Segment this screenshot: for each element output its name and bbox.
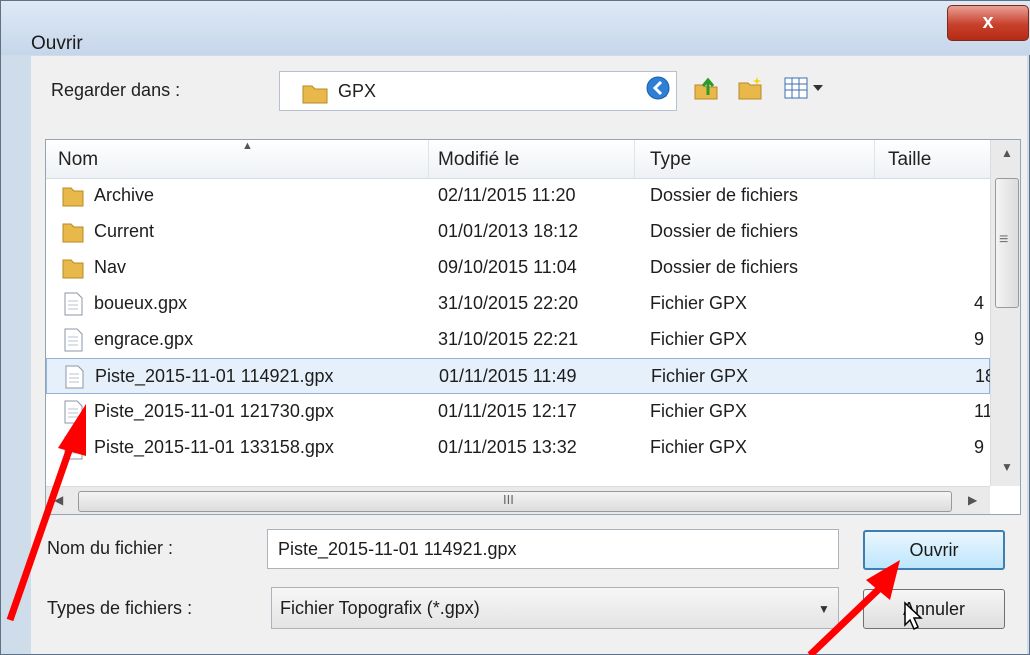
file-size: 4 — [974, 293, 985, 313]
column-separator[interactable] — [874, 140, 875, 178]
file-type: Fichier GPX — [650, 437, 748, 457]
filetype-value: Fichier Topografix (*.gpx) — [280, 598, 480, 618]
file-type: Fichier GPX — [650, 293, 748, 313]
open-button[interactable]: Ouvrir — [863, 530, 1005, 570]
column-header-type[interactable]: Type — [650, 149, 691, 171]
file-icon — [65, 365, 84, 389]
file-type: Fichier GPX — [650, 329, 748, 349]
filetype-select[interactable]: Fichier Topografix (*.gpx) ▼ — [271, 587, 839, 629]
file-type: Dossier de fichiers — [650, 185, 799, 205]
grip-icon: III — [503, 492, 514, 507]
lookin-value: GPX — [338, 81, 377, 101]
title-bar[interactable]: Ouvrir x — [1, 1, 1030, 55]
file-list[interactable]: Nom ▲ Modifié le Type Taille Archive 02/1… — [45, 139, 1021, 515]
file-type: Fichier GPX — [650, 401, 748, 421]
table-row[interactable]: boueux.gpx 31/10/2015 22:20 Fichier GPX 4 — [46, 286, 990, 322]
horizontal-scrollbar[interactable]: ◀ III ▶ — [46, 486, 990, 514]
table-row[interactable]: Archive 02/11/2015 11:20 Dossier de fichie… — [46, 178, 990, 214]
column-header-size[interactable]: Taille — [888, 149, 931, 171]
scroll-right-icon[interactable]: ▶ — [968, 493, 977, 507]
scroll-left-icon[interactable]: ◀ — [54, 493, 63, 507]
file-name: Piste_2015-11-01 133158.gpx — [94, 437, 334, 457]
folder-icon — [62, 223, 84, 243]
table-row[interactable]: Nav 09/10/2015 11:04 Dossier de fichiers — [46, 250, 990, 286]
folder-icon — [62, 259, 84, 279]
close-button[interactable]: x — [947, 5, 1029, 41]
folder-icon — [62, 187, 84, 207]
file-icon — [64, 292, 83, 316]
file-modified: 09/10/2015 11:04 — [438, 257, 577, 277]
file-name: boueux.gpx — [94, 293, 188, 313]
file-name: Piste_2015-11-01 114921.gpx — [95, 366, 334, 386]
table-row[interactable]: Piste_2015-11-01 121730.gpx 01/11/2015 12… — [46, 394, 993, 430]
file-icon — [64, 436, 83, 460]
table-row[interactable]: Piste_2015-11-01 133158.gpx 01/11/2015 13… — [46, 430, 990, 466]
file-modified: 01/01/2013 18:12 — [438, 221, 579, 241]
chevron-down-icon[interactable]: ▼ — [818, 602, 830, 616]
file-name: Nav — [94, 257, 127, 277]
view-menu-icon[interactable] — [783, 75, 827, 101]
file-icon — [64, 400, 83, 424]
table-row[interactable]: Current 01/01/2013 18:12 Dossier de fichie… — [46, 214, 990, 250]
dialog-title: Ouvrir — [31, 33, 83, 54]
scroll-down-icon[interactable]: ▼ — [1001, 460, 1013, 474]
file-modified: 01/11/2015 12:17 — [438, 401, 577, 421]
vertical-scroll-thumb[interactable]: ≡ — [995, 178, 1019, 308]
dialog-body: Regarder dans : GPX ▼ — [31, 56, 1027, 654]
horizontal-scroll-thumb[interactable]: III — [78, 491, 952, 512]
filetype-label: Types de fichiers : — [47, 598, 193, 618]
filename-label: Nom du fichier : — [47, 538, 174, 558]
file-name: Piste_2015-11-01 121730.gpx — [94, 401, 334, 421]
column-separator[interactable] — [428, 140, 429, 178]
column-header-name[interactable]: Nom — [58, 149, 98, 171]
scroll-up-icon[interactable]: ▲ — [1001, 146, 1013, 160]
file-modified: 01/11/2015 13:32 — [438, 437, 577, 457]
new-folder-icon[interactable] — [737, 75, 763, 101]
file-modified: 02/11/2015 11:20 — [438, 185, 576, 205]
lookin-combobox[interactable]: GPX ▼ — [279, 71, 677, 111]
column-header-modified[interactable]: Modifié le — [438, 149, 519, 171]
file-name: Current — [94, 221, 155, 241]
file-type: Dossier de fichiers — [650, 257, 799, 277]
file-name: engrace.gpx — [94, 329, 194, 349]
filename-input[interactable]: Piste_2015-11-01 114921.gpx — [267, 529, 839, 569]
file-size: 9 — [974, 329, 985, 349]
mouse-cursor-icon — [904, 601, 923, 631]
file-modified: 31/10/2015 22:21 — [438, 329, 579, 349]
file-modified: 01/11/2015 11:49 — [439, 366, 577, 386]
open-dialog: Ouvrir x Regarder dans : GPX ▼ — [0, 0, 1030, 655]
filename-value: Piste_2015-11-01 114921.gpx — [278, 539, 517, 559]
file-modified: 31/10/2015 22:20 — [438, 293, 579, 313]
sort-up-icon: ▲ — [242, 140, 253, 152]
column-separator[interactable] — [634, 140, 635, 178]
file-size: 9 — [974, 437, 985, 457]
lookin-label: Regarder dans : — [51, 80, 181, 100]
file-icon — [64, 328, 83, 352]
back-icon[interactable] — [645, 75, 671, 101]
table-row-selected[interactable]: Piste_2015-11-01 114921.gpx 01/11/2015 11… — [46, 358, 995, 394]
vertical-scrollbar[interactable]: ▲ ≡ ▼ — [990, 140, 1020, 486]
list-header: Nom ▲ Modifié le Type Taille — [46, 140, 990, 179]
up-folder-icon[interactable] — [693, 75, 719, 101]
table-row[interactable]: engrace.gpx 31/10/2015 22:21 Fichier GPX 9 — [46, 322, 990, 358]
file-type: Fichier GPX — [651, 366, 749, 386]
file-name: Archive — [94, 185, 155, 205]
cancel-button[interactable]: Annuler — [863, 589, 1005, 629]
file-type: Dossier de fichiers — [650, 221, 799, 241]
grip-icon: ≡ — [999, 231, 1009, 248]
folder-icon — [302, 85, 328, 104]
